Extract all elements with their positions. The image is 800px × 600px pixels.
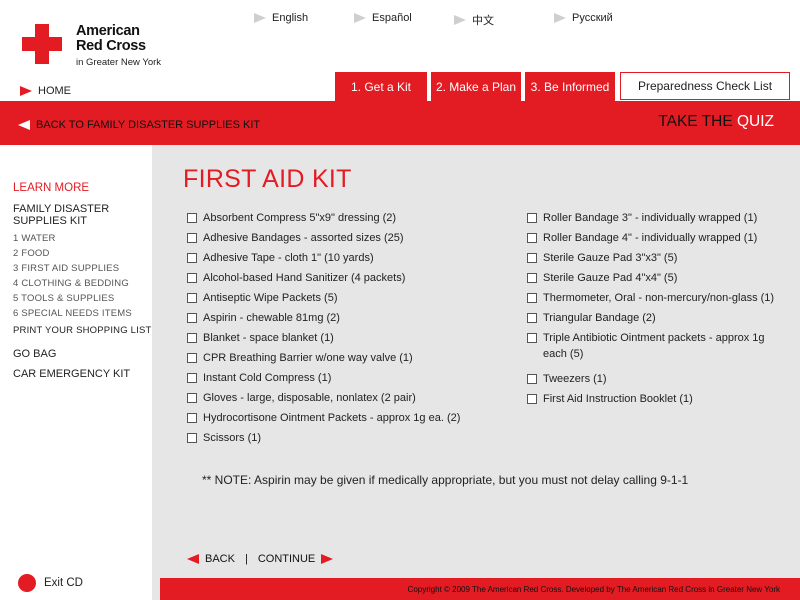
sidebar-item-first-aid[interactable]: 3 FIRST AID SUPPLIES (13, 263, 119, 274)
exit-circle-icon (18, 574, 36, 592)
checklist-item: Scissors (1) (187, 432, 473, 444)
arrow-right-icon (20, 86, 32, 96)
checklist-item: Triple Antibiotic Ointment packets - app… (527, 332, 783, 362)
page-navigation: BACK | CONTINUE (187, 553, 334, 565)
checklist-item: Roller Bandage 3" - individually wrapped… (527, 212, 783, 224)
checklist-item: Antiseptic Wipe Packets (5) (187, 292, 473, 304)
checkbox[interactable] (527, 233, 537, 243)
checkbox[interactable] (187, 233, 197, 243)
sidebar-item-car-kit[interactable]: CAR EMERGENCY KIT (13, 368, 130, 380)
checklist-item: Blanket - space blanket (1) (187, 332, 473, 344)
checklist-item: Instant Cold Compress (1) (187, 372, 473, 384)
main-tabs: 1. Get a Kit 2. Make a Plan 3. Be Inform… (335, 72, 790, 101)
aspirin-note: ** NOTE: Aspirin may be given if medical… (202, 473, 689, 487)
arrow-left-icon (18, 120, 30, 130)
main-content: FIRST AID KIT Absorbent Compress 5"x9" d… (152, 145, 800, 600)
arrow-right-icon (354, 13, 366, 23)
sidebar-item-food[interactable]: 2 FOOD (13, 248, 50, 259)
brand-line-1: American (76, 23, 140, 39)
language-selector: English Español 中文 Русский (254, 12, 800, 28)
checkbox[interactable] (187, 333, 197, 343)
sidebar-item-family-kit[interactable]: FAMILY DISASTER SUPPLIES KIT (13, 203, 109, 227)
checklist-item: CPR Breathing Barrier w/one way valve (1… (187, 352, 473, 364)
checkbox[interactable] (527, 313, 537, 323)
take-the-quiz-link[interactable]: TAKE THE QUIZ (658, 113, 774, 131)
checklist-item: Sterile Gauze Pad 3"x3" (5) (527, 252, 783, 264)
checklist-item: Aspirin - chewable 81mg (2) (187, 312, 473, 324)
checklist-item: Hydrocortisone Ointment Packets - approx… (187, 412, 473, 424)
checklist-left-column: Absorbent Compress 5"x9" dressing (2) Ad… (187, 212, 473, 452)
checkbox[interactable] (527, 213, 537, 223)
red-cross-logo[interactable]: American Red Cross in Greater New York (22, 24, 161, 68)
checklist-item: Alcohol-based Hand Sanitizer (4 packets) (187, 272, 473, 284)
checkbox[interactable] (187, 313, 197, 323)
sidebar-item-clothing[interactable]: 4 CLOTHING & BEDDING (13, 278, 129, 289)
nav-separator: | (244, 553, 248, 565)
sidebar: LEARN MORE FAMILY DISASTER SUPPLIES KIT … (0, 145, 152, 600)
sidebar-item-print-list[interactable]: PRINT YOUR SHOPPING LIST (13, 325, 152, 336)
checklist-item: Tweezers (1) (527, 373, 783, 385)
brand-line-3: in Greater New York (76, 57, 162, 68)
checklist-right-column: Roller Bandage 3" - individually wrapped… (527, 212, 783, 413)
sidebar-item-special-needs[interactable]: 6 SPECIAL NEEDS ITEMS (13, 308, 132, 319)
red-cross-icon (22, 24, 62, 64)
lang-russian[interactable]: Русский (554, 12, 613, 24)
tab-make-a-plan[interactable]: 2. Make a Plan (431, 72, 521, 101)
back-to-kit-link[interactable]: BACK TO FAMILY DISASTER SUPPLIES KIT (18, 119, 260, 131)
checkbox[interactable] (187, 293, 197, 303)
footer-copyright: Copyright © 2009 The American Red Cross.… (160, 578, 800, 600)
app-window: American Red Cross in Greater New York E… (0, 0, 800, 600)
arrow-right-icon (254, 13, 266, 23)
sidebar-item-water[interactable]: 1 WATER (13, 233, 56, 244)
checklist-item: Thermometer, Oral - non-mercury/non-glas… (527, 292, 783, 304)
checkbox[interactable] (527, 273, 537, 283)
checkbox[interactable] (527, 253, 537, 263)
lang-spanish[interactable]: Español (354, 12, 412, 24)
checklist-item: Absorbent Compress 5"x9" dressing (2) (187, 212, 473, 224)
exit-cd-button[interactable]: Exit CD (18, 574, 83, 592)
learn-more-heading: LEARN MORE (13, 182, 90, 194)
lang-chinese[interactable]: 中文 (454, 12, 494, 28)
checkbox[interactable] (527, 394, 537, 404)
checklist-item: Sterile Gauze Pad 4"x4" (5) (527, 272, 783, 284)
tab-be-informed[interactable]: 3. Be Informed (525, 72, 615, 101)
section-bar: BACK TO FAMILY DISASTER SUPPLIES KIT TAK… (0, 101, 800, 145)
lang-english[interactable]: English (254, 12, 308, 24)
checkbox[interactable] (187, 413, 197, 423)
home-link[interactable]: HOME (20, 85, 71, 97)
sidebar-item-tools[interactable]: 5 TOOLS & SUPPLIES (13, 293, 114, 304)
arrow-right-icon (321, 554, 334, 564)
checkbox[interactable] (527, 374, 537, 384)
sidebar-item-go-bag[interactable]: GO BAG (13, 348, 56, 360)
checkbox[interactable] (187, 393, 197, 403)
arrow-right-icon (554, 13, 566, 23)
checkbox[interactable] (187, 273, 197, 283)
page-title: FIRST AID KIT (183, 165, 352, 193)
continue-button[interactable]: CONTINUE (258, 553, 334, 565)
checkbox[interactable] (187, 253, 197, 263)
back-button[interactable]: BACK (187, 553, 235, 565)
tab-get-a-kit[interactable]: 1. Get a Kit (335, 72, 427, 101)
checkbox[interactable] (187, 373, 197, 383)
checkbox[interactable] (187, 353, 197, 363)
checklist-item: Adhesive Tape - cloth 1" (10 yards) (187, 252, 473, 264)
checklist-item: Adhesive Bandages - assorted sizes (25) (187, 232, 473, 244)
checklist-item: Triangular Bandage (2) (527, 312, 783, 324)
preparedness-checklist-button[interactable]: Preparedness Check List (620, 72, 790, 100)
checkbox[interactable] (527, 293, 537, 303)
arrow-right-icon (454, 15, 466, 25)
checkbox[interactable] (527, 333, 537, 343)
brand-line-2: Red Cross (76, 38, 146, 54)
checklist-item: Roller Bandage 4" - individually wrapped… (527, 232, 783, 244)
checklist-item: Gloves - large, disposable, nonlatex (2 … (187, 392, 473, 404)
checkbox[interactable] (187, 213, 197, 223)
checkbox[interactable] (187, 433, 197, 443)
arrow-left-icon (187, 554, 199, 564)
checklist-item: First Aid Instruction Booklet (1) (527, 393, 783, 405)
